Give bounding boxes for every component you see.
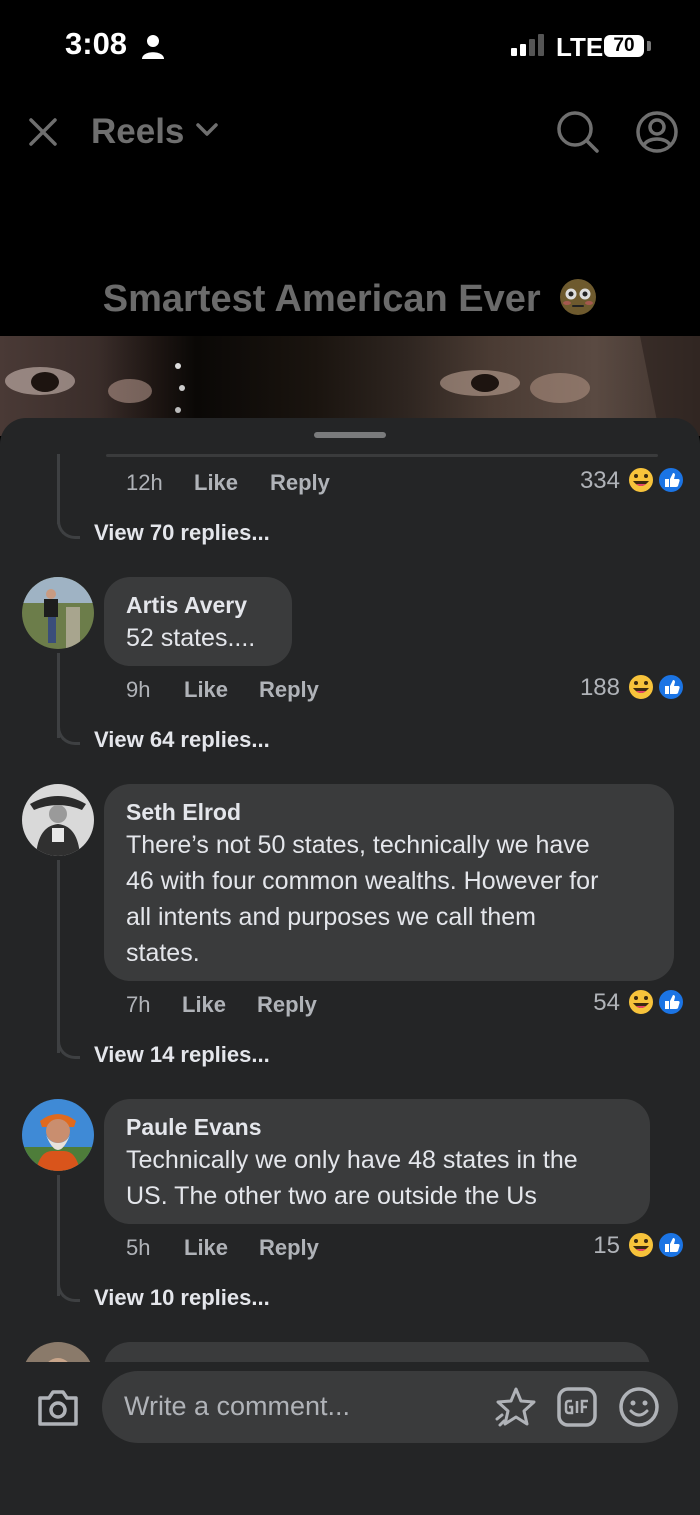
flushed-emoji-icon: [560, 279, 597, 315]
comment-text-line: 46 with four common wealths. However for: [126, 867, 599, 895]
video-title-text: Smartest American Ever: [102, 278, 541, 320]
comment-text-line: There’s not 50 states, technically we ha…: [126, 831, 590, 859]
view-replies-link[interactable]: View 14 replies...: [94, 1042, 270, 1068]
reactions-icon[interactable]: [626, 671, 686, 703]
comment-time: 12h: [126, 470, 163, 495]
reaction-count: 54: [593, 989, 620, 1016]
avatar-image: [22, 1099, 94, 1171]
battery-tip: [647, 41, 651, 51]
reels-title[interactable]: Reels: [91, 112, 184, 152]
comments-sheet: 12h Like Reply 334 View 70 replies... Ar…: [0, 418, 700, 1515]
reactions-icon[interactable]: [626, 464, 686, 496]
comment-time: 5h: [126, 1235, 151, 1260]
reactions-icon[interactable]: [626, 1229, 686, 1261]
like-button[interactable]: Like: [194, 470, 238, 496]
view-replies-link[interactable]: View 64 replies...: [94, 727, 270, 753]
thread-line: [57, 860, 60, 1053]
reactions-icon[interactable]: [626, 986, 686, 1018]
view-replies-link[interactable]: View 10 replies...: [94, 1285, 270, 1311]
comment-text-line: all intents and purposes we call them: [126, 903, 536, 931]
reaction-count: 15: [593, 1232, 620, 1259]
camera-icon[interactable]: [36, 1388, 80, 1428]
signal-icon: [511, 34, 544, 56]
close-icon[interactable]: [28, 117, 58, 147]
comment-time: 7h: [126, 992, 151, 1017]
like-button[interactable]: Like: [184, 677, 228, 703]
avatar[interactable]: [22, 1099, 94, 1171]
commenter-name[interactable]: Seth Elrod: [126, 799, 241, 826]
person-icon: [142, 35, 164, 59]
commenter-name[interactable]: Paule Evans: [126, 1114, 262, 1141]
comment-bubble: Paule Evans Technically we only have 48 …: [104, 1099, 650, 1224]
video-title: Smartest American Ever: [0, 278, 700, 321]
thread-curve: [57, 1030, 80, 1059]
avatar[interactable]: [22, 784, 94, 856]
view-replies-link[interactable]: View 70 replies...: [94, 520, 270, 546]
thread-curve: [57, 716, 80, 745]
chevron-down-icon[interactable]: [196, 123, 218, 137]
reaction-count: 334: [579, 467, 620, 494]
comment-input-placeholder: Write a comment...: [124, 1391, 351, 1421]
gif-icon[interactable]: [557, 1387, 597, 1427]
like-button[interactable]: Like: [184, 1235, 228, 1261]
comment-text: 52 states....: [126, 624, 256, 652]
reply-button[interactable]: Reply: [259, 1235, 319, 1261]
avatar-image: [22, 784, 94, 856]
avatar-image: [22, 577, 94, 649]
avatar-sticker-icon[interactable]: [494, 1385, 538, 1429]
comment-input[interactable]: Write a comment...: [102, 1371, 678, 1443]
commenter-name[interactable]: Artis Avery: [126, 592, 247, 619]
comment-text-line: Technically we only have 48 states in th…: [126, 1146, 578, 1174]
network-type: LTE: [556, 32, 604, 62]
comment-time: 9h: [126, 677, 151, 702]
search-icon[interactable]: [556, 110, 600, 154]
comment-text-line: US. The other two are outside the Us: [126, 1182, 537, 1210]
thread-curve: [57, 510, 80, 539]
profile-icon[interactable]: [635, 110, 679, 154]
battery-icon: 70: [604, 35, 644, 57]
status-time: 3:08: [65, 26, 128, 61]
thread-curve: [57, 1273, 80, 1302]
comment-bubble: Artis Avery 52 states....: [104, 577, 292, 666]
emoji-icon[interactable]: [617, 1385, 661, 1429]
reply-button[interactable]: Reply: [270, 470, 330, 496]
reaction-count: 188: [579, 674, 620, 701]
drag-handle[interactable]: [314, 432, 386, 438]
reply-button[interactable]: Reply: [259, 677, 319, 703]
reply-button[interactable]: Reply: [257, 992, 317, 1018]
comment-text-line: states.: [126, 939, 200, 967]
previous-bubble-edge: [106, 454, 658, 457]
comment-bubble: Seth Elrod There’s not 50 states, techni…: [104, 784, 674, 981]
avatar[interactable]: [22, 577, 94, 649]
like-button[interactable]: Like: [182, 992, 226, 1018]
